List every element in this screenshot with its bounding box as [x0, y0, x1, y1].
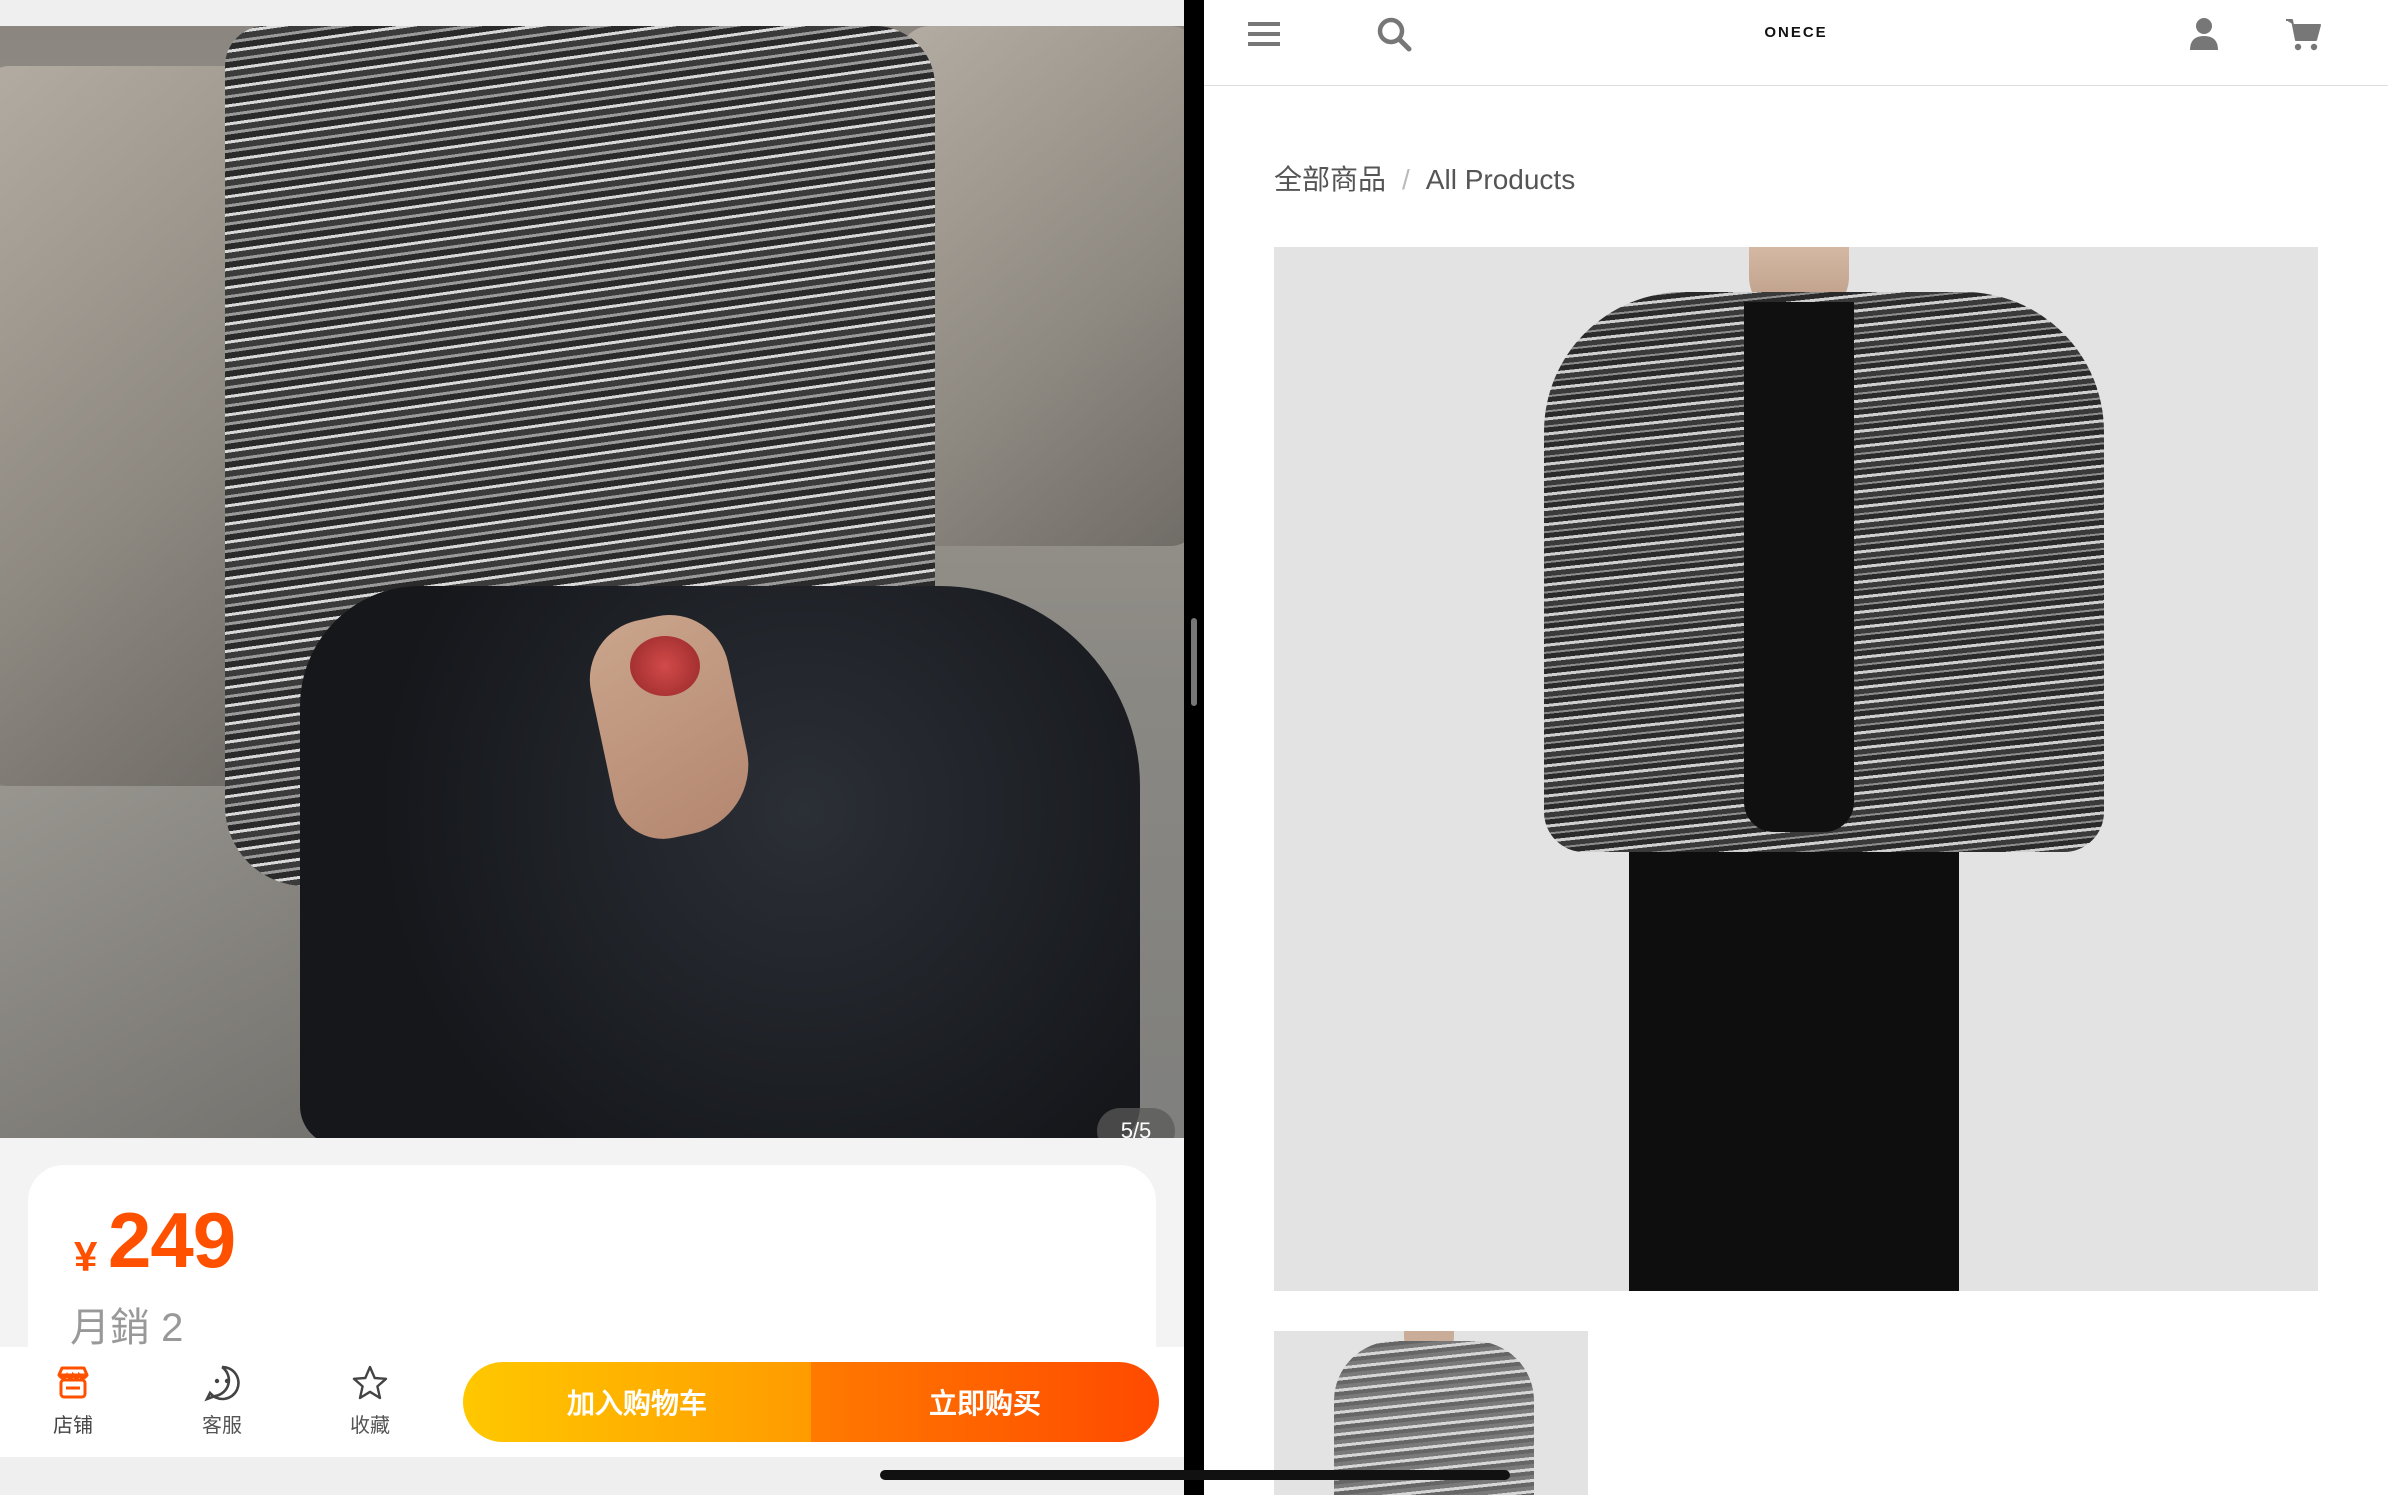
buy-now-button[interactable]: 立即购买	[811, 1362, 1159, 1442]
left-app-pane: 5/5 ¥ 249 月銷 2 店铺 客服 收藏 加入购物车 立即购买	[0, 0, 1184, 1495]
currency-symbol: ¥	[74, 1233, 98, 1280]
user-icon[interactable]	[2184, 14, 2224, 54]
favorite-label: 收藏	[350, 1415, 390, 1437]
split-view-divider[interactable]	[1184, 0, 1204, 1495]
store-icon	[57, 1366, 89, 1399]
star-icon	[352, 1365, 388, 1400]
site-header: ONECE	[1204, 0, 2388, 86]
home-indicator[interactable]	[880, 1470, 1510, 1480]
breadcrumb-parent-link[interactable]: 全部商品	[1274, 164, 1386, 195]
customer-service-button[interactable]: 客服	[167, 1357, 277, 1447]
add-to-cart-button[interactable]: 加入购物车	[463, 1362, 811, 1442]
store-button[interactable]: 店铺	[18, 1357, 128, 1447]
rose-tattoo	[630, 636, 700, 696]
cart-icon[interactable]	[2284, 14, 2324, 54]
bottom-action-bar: 店铺 客服 收藏 加入购物车 立即购买	[0, 1347, 1184, 1457]
pants-shape	[1629, 807, 1959, 1291]
tshirt-shape	[1744, 302, 1854, 832]
product-main-image[interactable]	[1274, 247, 2318, 1291]
monthly-sales: 月銷 2	[70, 1306, 184, 1350]
price-value: 249	[108, 1196, 236, 1284]
right-web-pane: ONECE 全部商品 / All Products	[1204, 0, 2388, 1495]
breadcrumb-separator: /	[1402, 164, 1410, 195]
divider-handle[interactable]	[1191, 618, 1197, 706]
status-strip	[0, 0, 1184, 26]
chat-face-icon	[204, 1365, 240, 1402]
product-photo-carousel[interactable]: 5/5	[0, 26, 1184, 1138]
breadcrumb: 全部商品 / All Products	[1274, 158, 1575, 198]
service-label: 客服	[202, 1415, 242, 1437]
rock-shape	[900, 26, 1184, 546]
rock-shape	[0, 66, 260, 786]
image-page-indicator: 5/5	[1097, 1108, 1175, 1138]
favorite-button[interactable]: 收藏	[315, 1357, 425, 1447]
breadcrumb-current[interactable]: All Products	[1426, 164, 1575, 195]
store-label: 店铺	[53, 1415, 93, 1437]
